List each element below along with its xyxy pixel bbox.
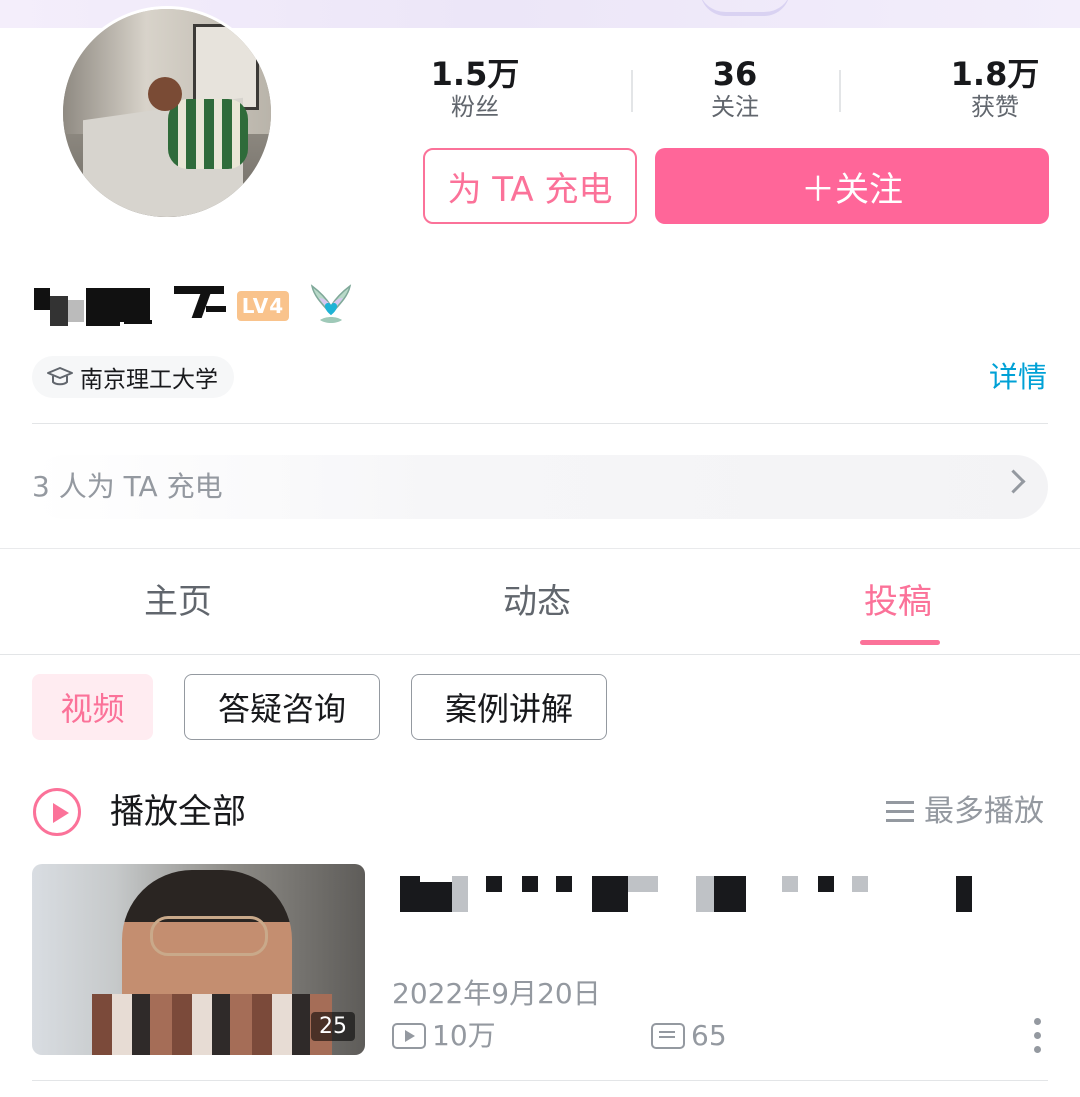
graduation-cap-icon <box>47 367 73 386</box>
tabs-divider <box>0 654 1080 655</box>
play-all-icon[interactable] <box>33 788 81 836</box>
comment-count: 65 <box>651 1018 727 1054</box>
filter-case-study[interactable]: 案例讲解 <box>411 674 607 740</box>
active-tab-indicator <box>860 640 940 645</box>
charge-summary-row[interactable]: 3 人为 TA 充电 <box>32 455 1048 519</box>
divider <box>32 423 1048 424</box>
video-duration: 25 <box>311 1012 355 1041</box>
likes-count: 1.8万 <box>950 55 1040 93</box>
list-divider <box>32 1080 1048 1081</box>
sort-label: 最多播放 <box>924 794 1044 829</box>
followers-stat[interactable]: 1.5万 粉丝 <box>420 56 530 122</box>
follow-button[interactable]: ＋关注 <box>655 148 1049 224</box>
play-count-icon <box>392 1023 426 1049</box>
likes-stat[interactable]: 1.8万 获赞 <box>940 56 1050 122</box>
following-stat[interactable]: 36 关注 <box>680 56 790 122</box>
username-redacted <box>34 286 234 326</box>
comment-count-value: 65 <box>691 1019 727 1052</box>
section-divider <box>0 548 1080 549</box>
level-badge: LV4 <box>237 291 289 321</box>
followers-count: 1.5万 <box>430 55 520 93</box>
followers-label: 粉丝 <box>451 93 499 121</box>
wings-badge-icon <box>310 284 352 323</box>
avatar[interactable] <box>60 6 274 220</box>
following-label: 关注 <box>711 93 759 121</box>
sort-selector[interactable]: 最多播放 <box>886 792 1044 832</box>
charge-button[interactable]: 为 TA 充电 <box>423 148 637 224</box>
comment-icon <box>651 1023 685 1049</box>
filter-qa[interactable]: 答疑咨询 <box>184 674 380 740</box>
tab-uploads[interactable]: 投稿 <box>864 578 932 626</box>
more-options-icon[interactable] <box>1034 1018 1042 1054</box>
view-count-value: 10万 <box>432 1019 496 1052</box>
view-count: 10万 <box>392 1018 496 1054</box>
detail-link[interactable]: 详情 <box>989 356 1047 398</box>
school-tag[interactable]: 南京理工大学 <box>32 356 234 398</box>
video-thumbnail[interactable]: 25 <box>32 864 365 1055</box>
school-name: 南京理工大学 <box>80 367 218 393</box>
charge-summary-text: 3 人为 TA 充电 <box>32 470 223 503</box>
stat-divider <box>631 70 633 112</box>
filter-video[interactable]: 视频 <box>32 674 153 740</box>
tab-home[interactable]: 主页 <box>144 578 212 626</box>
play-all-button[interactable]: 播放全部 <box>110 790 246 834</box>
chevron-right-icon <box>1001 469 1026 494</box>
tab-dynamics[interactable]: 动态 <box>503 578 571 626</box>
video-date: 2022年9月20日 <box>392 977 601 1010</box>
sort-lines-icon <box>886 801 914 823</box>
video-title-redacted[interactable] <box>398 876 978 914</box>
following-count: 36 <box>712 55 758 93</box>
stat-divider <box>839 70 841 112</box>
thumbnail-mosaic <box>92 994 332 1055</box>
likes-label: 获赞 <box>971 93 1019 121</box>
